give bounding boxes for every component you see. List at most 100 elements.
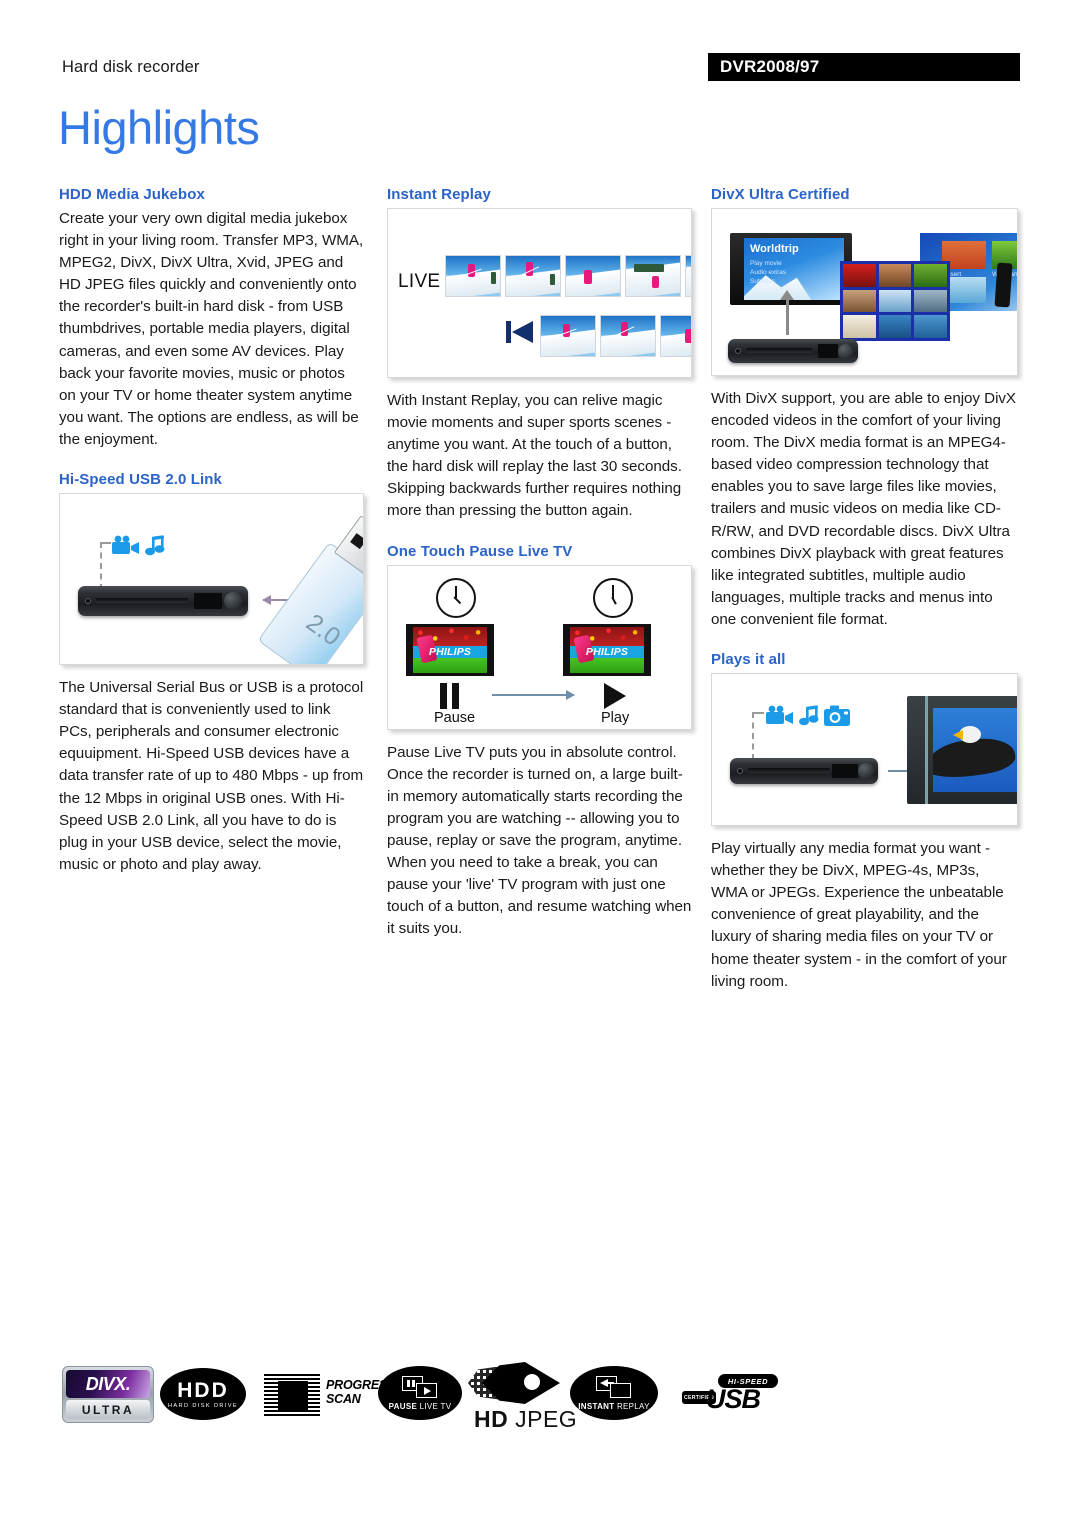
filmstrip-frame	[505, 255, 561, 297]
clock-icon-play	[593, 577, 633, 618]
instant-replay-illustration: LIVE	[387, 208, 692, 378]
video-camera-icon	[766, 705, 793, 725]
control-knob	[858, 763, 874, 780]
divx-menu-title: Worldtrip	[750, 243, 799, 255]
play-icon	[604, 682, 626, 709]
usb-flash-drive: 2.0	[246, 500, 363, 665]
music-note-icon	[799, 705, 819, 726]
certification-logo-strip: DIVX. ULTRA HDD HARD DISK DRIVE PROGRESS…	[0, 1352, 1080, 1447]
divx-menu-item: Play movie	[750, 260, 782, 267]
tv-display	[907, 696, 1017, 805]
section-heading-one-touch-pause: One Touch Pause Live TV	[387, 542, 573, 560]
section-body-hdd-media-jukebox: Create your very own digital media jukeb…	[59, 210, 364, 448]
video-camera-icon	[112, 535, 139, 555]
replay-window-icon	[594, 1375, 634, 1399]
section-body-plays-it-all: Play virtually any media format you want…	[711, 840, 1007, 990]
filmstrip-frame	[540, 315, 596, 357]
product-category: Hard disk recorder	[62, 58, 200, 76]
pause-label: Pause	[434, 709, 476, 726]
usb-link-illustration: 2.0	[59, 493, 364, 666]
section-heading-hdd-media-jukebox: HDD Media Jukebox	[59, 186, 205, 203]
transition-arrow	[492, 689, 575, 700]
tv-brand-label: PHILIPS	[428, 646, 472, 659]
divx-logo-ultra: ULTRA	[66, 1400, 150, 1419]
front-display	[832, 763, 858, 779]
camera-icon	[824, 705, 850, 727]
live-label: LIVE	[398, 271, 441, 292]
hdd-logo: HDD HARD DISK DRIVE	[160, 1368, 246, 1420]
recorder-device	[730, 758, 878, 785]
pause-live-tv-illustration: PHILIPS PHILIPS Pause Play	[387, 564, 692, 730]
model-number: DVR2008/97	[720, 57, 820, 76]
filmstrip-frame	[685, 255, 691, 297]
section-heading-hi-speed-usb: Hi-Speed USB 2.0 Link	[59, 471, 222, 489]
playback-arrow	[780, 290, 794, 335]
hd-jpeg-text: HD JPEG	[474, 1406, 578, 1432]
divx-menu-item: Audio extras	[750, 269, 787, 276]
divx-thumbnail-grid	[840, 261, 950, 341]
pause-icon	[440, 682, 460, 709]
divx-menu-item: Subtitles	[750, 278, 775, 285]
disc-slot	[748, 768, 830, 774]
media-icon-group	[110, 534, 167, 558]
control-knob	[224, 592, 242, 611]
hd-jpeg-logo: HD JPEG	[468, 1362, 578, 1438]
pause-live-tv-logo: PAUSE LIVE TV	[378, 1366, 462, 1420]
music-note-icon	[145, 535, 165, 556]
section-body-hi-speed-usb: The Universal Serial Bus or USB is a pro…	[59, 679, 364, 873]
control-knob	[838, 343, 853, 359]
filmstrip-frame	[660, 315, 691, 357]
usb-wordmark: USB	[706, 1384, 761, 1414]
filmstrip-frame	[565, 255, 621, 297]
connector-line-vertical	[752, 712, 754, 761]
filmstrip-frame	[445, 255, 501, 297]
column-3: DivX Ultra Certified Worldtrip Play movi…	[711, 186, 1018, 993]
scan-block-graphic	[278, 1381, 308, 1411]
power-indicator-icon	[85, 598, 91, 605]
filmstrip-frame	[600, 315, 656, 357]
connector-line-vertical	[100, 542, 102, 591]
tv-screen-playing: PHILIPS	[563, 623, 651, 676]
hdd-logo-subtitle: HARD DISK DRIVE	[167, 1402, 239, 1409]
front-display	[818, 344, 838, 358]
section-heading-plays-it-all: Plays it all	[711, 651, 786, 669]
skip-back-icon	[506, 321, 533, 343]
connector-line-horizontal	[752, 712, 764, 715]
recorder-device	[78, 586, 248, 617]
divx-ultra-logo: DIVX. ULTRA	[62, 1366, 154, 1423]
pause-window-icon	[400, 1375, 440, 1399]
section-heading-instant-replay: Instant Replay	[387, 186, 491, 203]
eye-pupil-graphic	[524, 1374, 540, 1390]
section-body-one-touch-pause: Pause Live TV puts you in absolute contr…	[387, 743, 692, 938]
page-header: Hard disk recorder DVR2008/97	[0, 0, 1080, 92]
tv-brand-label: PHILIPS	[585, 646, 629, 659]
section-body-instant-replay: With Instant Replay, you can relive magi…	[387, 392, 682, 520]
front-display	[194, 592, 222, 610]
instant-replay-logo: INSTANT REPLAY	[570, 1366, 658, 1420]
filmstrip-frame	[625, 255, 681, 297]
column-1: HDD Media Jukebox Create your very own d…	[59, 186, 364, 876]
media-icon-group	[764, 704, 850, 728]
instant-replay-text: INSTANT REPLAY	[578, 1401, 650, 1411]
connector-line-horizontal	[100, 542, 111, 545]
tv-screen-paused: PHILIPS	[406, 623, 494, 676]
hdd-logo-word: HDD	[177, 1378, 229, 1402]
disc-slot	[746, 348, 812, 353]
power-indicator-icon	[737, 768, 743, 775]
divx-ultra-illustration: Worldtrip Play movie Audio extras Subtit…	[711, 208, 1018, 376]
pause-live-tv-text: PAUSE LIVE TV	[388, 1401, 452, 1411]
recorder-device	[728, 339, 858, 363]
divx-logo-wordmark: DIVX.	[66, 1370, 150, 1398]
section-heading-divx-ultra: DivX Ultra Certified	[711, 186, 850, 203]
play-label: Play	[601, 709, 630, 726]
column-2: Instant Replay LIVE With Instant Replay,…	[387, 186, 692, 940]
page-title: Highlights	[58, 101, 260, 154]
model-badge: DVR2008/97	[708, 53, 1020, 81]
usb-version-label: 2.0	[300, 608, 346, 652]
hi-speed-usb-logo: HI-SPEED CERTIFIED USB	[682, 1374, 778, 1418]
plays-it-all-illustration	[711, 673, 1018, 827]
section-body-divx-ultra: With DivX support, you are able to enjoy…	[711, 390, 1017, 628]
power-indicator-icon	[735, 348, 741, 354]
eye-pixel-graphic	[468, 1366, 502, 1400]
tv-screen-content	[933, 708, 1017, 793]
